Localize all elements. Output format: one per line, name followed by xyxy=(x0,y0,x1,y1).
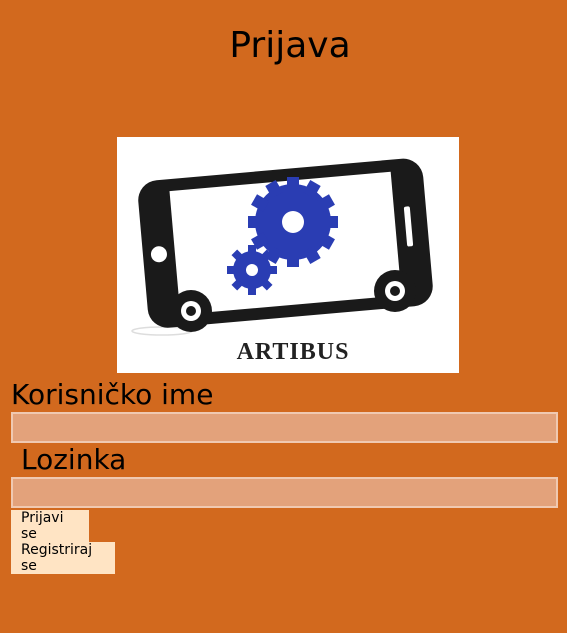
password-input[interactable] xyxy=(11,477,558,508)
logo-wordmark: ARTIBUS xyxy=(237,339,350,365)
password-label: Lozinka xyxy=(21,443,127,476)
phone-gears-logo-icon: ARTIBUS xyxy=(131,158,433,365)
login-window: Prijava ARTIBUS Korisničko ime Lozinka P… xyxy=(0,0,567,633)
artibus-logo: ARTIBUS xyxy=(117,137,459,373)
page-title: Prijava xyxy=(229,25,351,66)
login-button[interactable]: Prijavi se xyxy=(11,510,89,542)
username-label: Korisničko ime xyxy=(11,378,214,411)
username-input[interactable] xyxy=(11,412,558,443)
register-button[interactable]: Registriraj se xyxy=(11,542,115,574)
